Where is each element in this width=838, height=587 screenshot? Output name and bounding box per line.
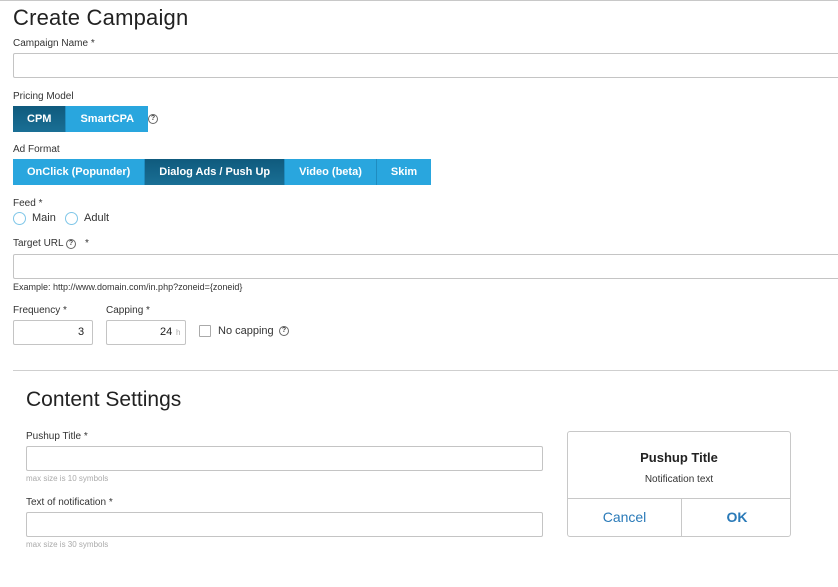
capping-label: Capping [106,305,150,316]
pricing-model-label: Pricing Model [13,91,74,102]
format-skim-button[interactable]: Skim [376,159,432,185]
campaign-name-input[interactable] [13,53,838,78]
target-url-input[interactable] [13,254,838,279]
target-url-label: Target URL [13,238,64,249]
ad-format-label: Ad Format [13,144,60,155]
page-title: Create Campaign [13,5,189,30]
notification-text-input[interactable] [26,512,543,537]
feed-adult-label[interactable]: Adult [84,212,109,224]
target-url-required-mark: * [85,238,89,249]
preview-text: Notification text [644,474,714,485]
preview-cancel-button[interactable]: Cancel [568,498,681,537]
capping-value: 24 [160,326,173,338]
capping-input[interactable] [106,320,186,345]
format-onclick-button[interactable]: OnClick (Popunder) [13,159,146,185]
pricing-help-icon[interactable]: ? [148,114,158,124]
preview-title: Pushup Title [640,450,718,465]
pushup-title-input[interactable] [26,446,543,471]
feed-main-radio[interactable] [13,212,26,225]
frequency-value: 3 [78,326,85,338]
feed-adult-radio[interactable] [65,212,78,225]
feed-main-label[interactable]: Main [32,212,56,224]
format-dialog-button[interactable]: Dialog Ads / Push Up [145,159,286,185]
target-url-example: Example: http://www.domain.com/in.php?zo… [13,282,243,292]
pushup-title-hint: max size is 10 symbols [26,474,109,483]
notification-text-hint: max size is 30 symbols [26,540,109,549]
feed-label: Feed [13,198,42,209]
pricing-model-group: CPM SmartCPA [13,106,149,132]
frequency-label: Frequency [13,305,67,316]
top-border [0,0,838,1]
pushup-title-label: Pushup Title [26,431,88,442]
target-url-help-icon[interactable]: ? [66,239,76,249]
no-capping-help-icon[interactable]: ? [279,326,289,336]
pricing-cpm-button[interactable]: CPM [13,106,67,132]
preview-ok-button[interactable]: OK [682,498,792,537]
capping-unit: h [176,328,181,337]
section-divider [13,370,838,371]
no-capping-checkbox[interactable] [199,325,211,337]
no-capping-label[interactable]: No capping [218,325,274,337]
ad-format-group: OnClick (Popunder) Dialog Ads / Push Up … [13,159,432,185]
pricing-smartcpa-button[interactable]: SmartCPA [66,106,149,132]
campaign-name-label: Campaign Name [13,38,95,49]
notification-text-label: Text of notification [26,497,113,508]
content-settings-title: Content Settings [26,388,182,411]
format-video-button[interactable]: Video (beta) [285,159,377,185]
pushup-preview: Pushup Title Notification text Cancel OK [567,431,791,537]
